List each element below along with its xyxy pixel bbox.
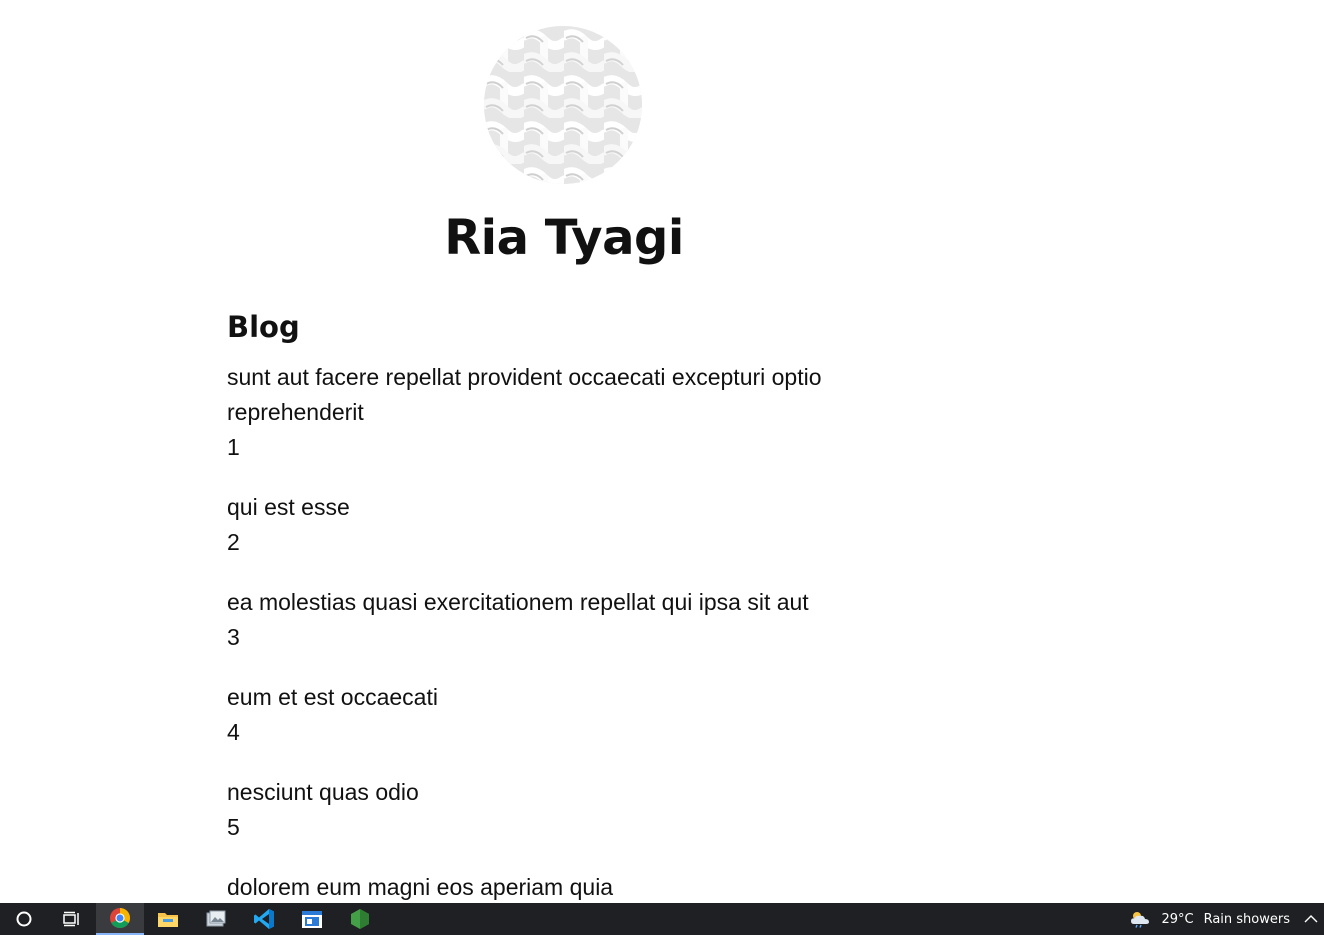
blog-post: qui est esse 2 bbox=[227, 490, 877, 560]
post-title: eum et est occaecati bbox=[227, 684, 438, 710]
post-id: 3 bbox=[227, 624, 240, 650]
chrome-button[interactable] bbox=[96, 903, 144, 935]
task-view-button[interactable] bbox=[48, 903, 96, 935]
avatar bbox=[484, 26, 642, 184]
blog-post: ea molestias quasi exercitationem repell… bbox=[227, 585, 877, 655]
chevron-up-icon[interactable] bbox=[1304, 914, 1318, 924]
blog-post: nesciunt quas odio 5 bbox=[227, 775, 877, 845]
vscode-button[interactable] bbox=[240, 903, 288, 935]
photos-icon bbox=[206, 910, 226, 927]
taskbar: 29°C Rain showers bbox=[0, 903, 1324, 935]
search-circle-button[interactable] bbox=[0, 903, 48, 935]
page: Ria Tyagi Blog sunt aut facere repellat … bbox=[0, 0, 1324, 903]
search-circle-icon bbox=[16, 911, 32, 927]
task-view-icon bbox=[63, 911, 79, 927]
avatar-pattern-image bbox=[484, 26, 642, 184]
nodejs-button[interactable] bbox=[336, 903, 384, 935]
post-id: 4 bbox=[227, 719, 240, 745]
photos-button[interactable] bbox=[192, 903, 240, 935]
store-icon bbox=[302, 911, 322, 928]
post-id: 1 bbox=[227, 434, 240, 460]
post-title: qui est esse bbox=[227, 494, 350, 520]
vscode-icon bbox=[254, 909, 274, 929]
post-title: ea molestias quasi exercitationem repell… bbox=[227, 589, 809, 615]
post-id: 5 bbox=[227, 814, 240, 840]
blog-post: sunt aut facere repellat provident occae… bbox=[227, 360, 877, 465]
file-explorer-button[interactable] bbox=[144, 903, 192, 935]
store-button[interactable] bbox=[288, 903, 336, 935]
blog-post: eum et est occaecati 4 bbox=[227, 680, 877, 750]
post-title: dolorem eum magni eos aperiam quia bbox=[227, 874, 614, 900]
blog-section: Blog sunt aut facere repellat provident … bbox=[227, 306, 877, 903]
profile-name: Ria Tyagi bbox=[444, 210, 684, 266]
cloud-sun-rain-icon bbox=[1131, 912, 1150, 928]
system-tray[interactable]: 29°C Rain showers bbox=[1129, 903, 1324, 935]
folder-icon bbox=[158, 913, 178, 927]
post-id: 2 bbox=[227, 529, 240, 555]
weather-condition: Rain showers bbox=[1203, 911, 1290, 927]
post-title: sunt aut facere repellat provident occae… bbox=[227, 364, 822, 425]
nodejs-icon bbox=[351, 909, 369, 929]
weather-temperature: 29°C bbox=[1161, 911, 1194, 927]
post-title: nesciunt quas odio bbox=[227, 779, 419, 805]
chrome-icon bbox=[110, 908, 130, 928]
blog-post: dolorem eum magni eos aperiam quia 6 bbox=[227, 870, 877, 903]
blog-heading: Blog bbox=[227, 310, 300, 344]
